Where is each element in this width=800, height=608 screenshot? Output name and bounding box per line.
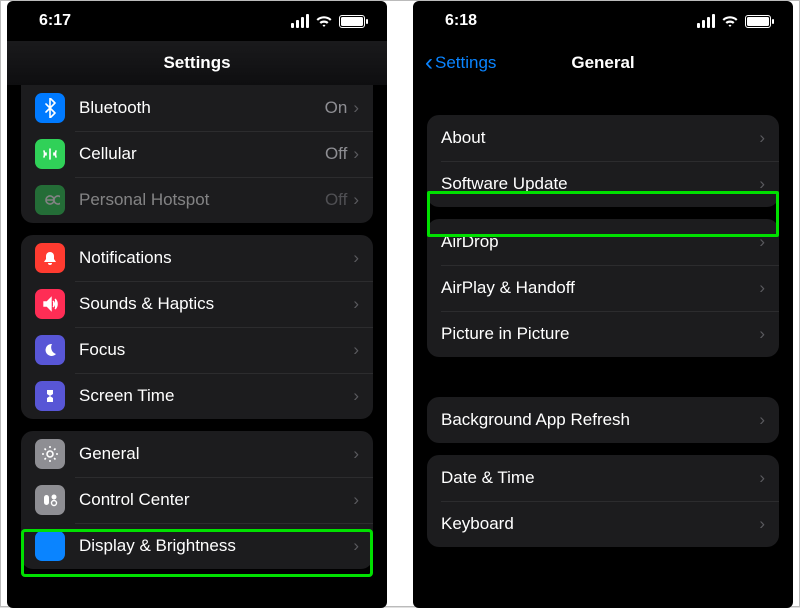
row-label: AirDrop	[441, 232, 759, 252]
row-label: Picture in Picture	[441, 324, 759, 344]
row-label: Personal Hotspot	[79, 190, 325, 210]
page-title: General	[571, 53, 634, 73]
settings-group-connectivity: Bluetooth On › Cellular Off › Personal H…	[21, 85, 373, 223]
chevron-right-icon: ›	[353, 490, 359, 510]
general-list[interactable]: About › Software Update › AirDrop › AirP…	[413, 115, 793, 547]
general-icon	[35, 439, 65, 469]
row-screen-time[interactable]: Screen Time ›	[21, 373, 373, 419]
row-label: Cellular	[79, 144, 325, 164]
focus-icon	[35, 335, 65, 365]
navbar: Settings	[7, 41, 387, 85]
screentime-icon	[35, 381, 65, 411]
settings-group-general: General › Control Center › AA Display & …	[21, 431, 373, 569]
row-focus[interactable]: Focus ›	[21, 327, 373, 373]
row-personal-hotspot[interactable]: Personal Hotspot Off ›	[21, 177, 373, 223]
row-label: Date & Time	[441, 468, 759, 488]
general-group-bg: Background App Refresh ›	[427, 397, 779, 443]
chevron-right-icon: ›	[759, 468, 765, 488]
chevron-right-icon: ›	[353, 386, 359, 406]
cellular-signal-icon	[697, 14, 715, 28]
chevron-right-icon: ›	[759, 278, 765, 298]
row-label: Bluetooth	[79, 98, 325, 118]
chevron-right-icon: ›	[759, 410, 765, 430]
row-label: General	[79, 444, 353, 464]
chevron-right-icon: ›	[353, 144, 359, 164]
wifi-icon	[315, 15, 333, 28]
row-label: Focus	[79, 340, 353, 360]
bluetooth-icon	[35, 93, 65, 123]
row-airplay[interactable]: AirPlay & Handoff ›	[427, 265, 779, 311]
row-date-time[interactable]: Date & Time ›	[427, 455, 779, 501]
display-icon: AA	[35, 531, 65, 561]
row-cellular[interactable]: Cellular Off ›	[21, 131, 373, 177]
chevron-right-icon: ›	[759, 324, 765, 344]
row-label: Notifications	[79, 248, 353, 268]
control-center-icon	[35, 485, 65, 515]
cellular-icon	[35, 139, 65, 169]
general-group-airdrop: AirDrop › AirPlay & Handoff › Picture in…	[427, 219, 779, 357]
row-label: Screen Time	[79, 386, 353, 406]
row-software-update[interactable]: Software Update ›	[427, 161, 779, 207]
status-bar: 6:17	[7, 1, 387, 41]
row-value: Off	[325, 190, 347, 210]
navbar: ‹ Settings General	[413, 41, 793, 85]
row-notifications[interactable]: Notifications ›	[21, 235, 373, 281]
chevron-right-icon: ›	[759, 514, 765, 534]
sounds-icon	[35, 289, 65, 319]
row-label: Control Center	[79, 490, 353, 510]
chevron-right-icon: ›	[353, 340, 359, 360]
row-label: Display & Brightness	[79, 536, 353, 556]
settings-list[interactable]: Bluetooth On › Cellular Off › Personal H…	[7, 85, 387, 569]
status-time: 6:17	[39, 12, 71, 30]
row-label: About	[441, 128, 759, 148]
chevron-right-icon: ›	[353, 248, 359, 268]
chevron-right-icon: ›	[353, 536, 359, 556]
chevron-right-icon: ›	[759, 128, 765, 148]
row-about[interactable]: About ›	[427, 115, 779, 161]
back-label: Settings	[435, 53, 496, 73]
row-label: Keyboard	[441, 514, 759, 534]
hotspot-icon	[35, 185, 65, 215]
chevron-right-icon: ›	[353, 98, 359, 118]
row-keyboard[interactable]: Keyboard ›	[427, 501, 779, 547]
chevron-left-icon: ‹	[425, 49, 433, 77]
chevron-right-icon: ›	[353, 294, 359, 314]
row-label: Background App Refresh	[441, 410, 759, 430]
row-label: Sounds & Haptics	[79, 294, 353, 314]
chevron-right-icon: ›	[759, 174, 765, 194]
row-airdrop[interactable]: AirDrop ›	[427, 219, 779, 265]
row-control-center[interactable]: Control Center ›	[21, 477, 373, 523]
page-title: Settings	[163, 53, 230, 73]
settings-group-notifications: Notifications › Sounds & Haptics › Focus…	[21, 235, 373, 419]
row-value: On	[325, 98, 348, 118]
row-value: Off	[325, 144, 347, 164]
cellular-signal-icon	[291, 14, 309, 28]
general-group-datetime: Date & Time › Keyboard ›	[427, 455, 779, 547]
row-general[interactable]: General ›	[21, 431, 373, 477]
status-icons	[291, 14, 365, 28]
chevron-right-icon: ›	[353, 190, 359, 210]
notifications-icon	[35, 243, 65, 273]
general-screen: 6:18 ‹ Settings General About › Softwa	[413, 1, 793, 608]
battery-icon	[339, 15, 365, 28]
battery-icon	[745, 15, 771, 28]
wifi-icon	[721, 15, 739, 28]
row-bluetooth[interactable]: Bluetooth On ›	[21, 85, 373, 131]
general-group-about: About › Software Update ›	[427, 115, 779, 207]
status-bar: 6:18	[413, 1, 793, 41]
row-sounds[interactable]: Sounds & Haptics ›	[21, 281, 373, 327]
back-button[interactable]: ‹ Settings	[425, 49, 496, 77]
settings-screen: 6:17 Settings Bluetooth On ›	[7, 1, 387, 608]
row-background-refresh[interactable]: Background App Refresh ›	[427, 397, 779, 443]
row-label: AirPlay & Handoff	[441, 278, 759, 298]
status-time: 6:18	[445, 12, 477, 30]
chevron-right-icon: ›	[353, 444, 359, 464]
row-pip[interactable]: Picture in Picture ›	[427, 311, 779, 357]
chevron-right-icon: ›	[759, 232, 765, 252]
row-display[interactable]: AA Display & Brightness ›	[21, 523, 373, 569]
status-icons	[697, 14, 771, 28]
row-label: Software Update	[441, 174, 759, 194]
